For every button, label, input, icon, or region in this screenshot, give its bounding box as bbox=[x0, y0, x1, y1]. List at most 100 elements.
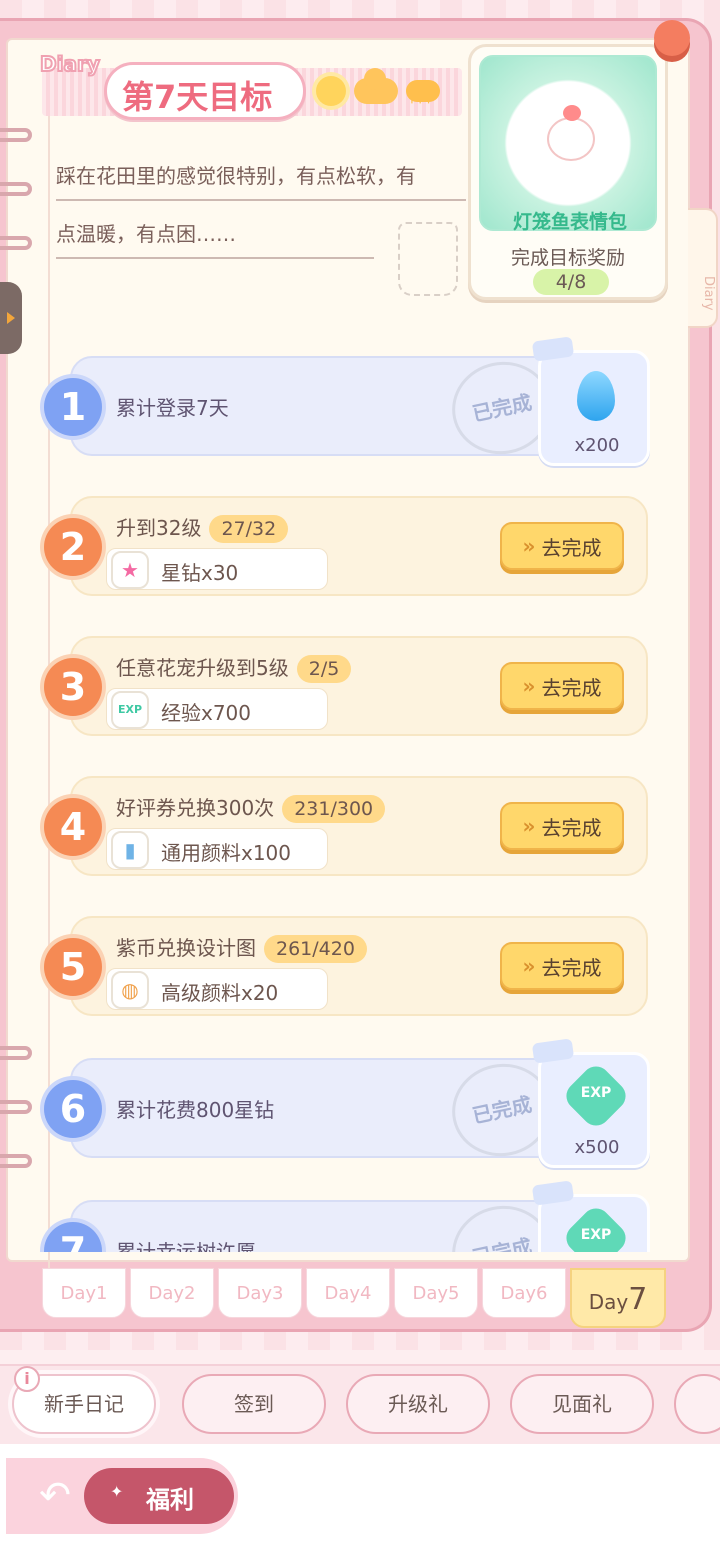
tab-more[interactable] bbox=[674, 1374, 720, 1434]
info-icon[interactable]: i bbox=[14, 1366, 40, 1392]
task-title: 累计登录7天 bbox=[116, 396, 229, 420]
day-tab-6[interactable]: Day6 bbox=[482, 1268, 566, 1318]
binder-ring-icon bbox=[0, 182, 32, 196]
go-complete-button[interactable]: » 去完成 bbox=[500, 942, 624, 990]
reward-item: ◍ 高级颜料x20 bbox=[106, 968, 328, 1010]
task-row: 2 升到32级 27/32 ★ 星钻x30 » 去完成 bbox=[44, 496, 648, 596]
reward-slot[interactable]: x200 bbox=[531, 336, 650, 466]
welfare-label: 福利 bbox=[146, 1486, 194, 1514]
weather-strip bbox=[310, 68, 470, 114]
task-row: 3 任意花宠升级到5级 2/5 EXP 经验x700 » 去完成 bbox=[44, 636, 648, 736]
side-diary-tab[interactable]: Diary bbox=[688, 208, 718, 328]
reward-slot[interactable]: EXP x500 bbox=[531, 1038, 650, 1168]
reward-progress: 4/8 bbox=[533, 269, 609, 295]
reward-quantity: x500 bbox=[574, 1137, 620, 1158]
bottom-nav-bar: 新手日记 签到 升级礼 见面礼 bbox=[0, 1364, 720, 1444]
exp-icon-label: EXP bbox=[580, 1227, 612, 1243]
reward-quantity: x200 bbox=[574, 435, 620, 456]
reward-item: ★ 星钻x30 bbox=[106, 548, 328, 590]
drink-cup-icon bbox=[398, 222, 458, 296]
rain-cloud-icon bbox=[406, 80, 440, 114]
task-title: 升到32级 27/32 bbox=[116, 512, 289, 543]
reward-item-name: 星钻x30 bbox=[161, 561, 239, 585]
reward-item: EXP 经验x700 bbox=[106, 688, 328, 730]
task-number: 7 bbox=[44, 1222, 102, 1252]
day-tab-prefix: Day bbox=[588, 1290, 629, 1314]
paint-bottle-icon: ▮ bbox=[111, 831, 149, 869]
task-title: 累计幸运树许愿 bbox=[116, 1240, 256, 1252]
double-chevron-icon: » bbox=[522, 814, 536, 838]
story-text-line-2: 点温暖，有点困…… bbox=[56, 218, 374, 259]
day-tab-number: 7 bbox=[628, 1282, 648, 1317]
task-progress-badge: 2/5 bbox=[296, 655, 352, 683]
day-tab-1[interactable]: Day1 bbox=[42, 1268, 126, 1318]
story-text-line-1: 踩在花田里的感觉很特别，有点松软，有 bbox=[56, 160, 466, 201]
tab-level-gift[interactable]: 升级礼 bbox=[346, 1374, 490, 1434]
water-drop-icon bbox=[577, 371, 615, 421]
double-chevron-icon: » bbox=[522, 954, 536, 978]
task-number: 4 bbox=[44, 798, 102, 856]
reward-item-name: 经验x700 bbox=[161, 701, 252, 725]
task-row: 6 累计花费800星钻 已完成 EXP x500 bbox=[44, 1038, 650, 1168]
task-list[interactable]: 1 累计登录7天 已完成 x200 2 升到32级 27/32 ★ 星钻x30 »… bbox=[8, 320, 688, 1252]
task-number: 5 bbox=[44, 938, 102, 996]
back-arrow-icon[interactable]: ↶ bbox=[30, 1472, 80, 1518]
reward-item-name: 高级颜料x20 bbox=[161, 981, 279, 1005]
go-complete-label: 去完成 bbox=[541, 955, 602, 980]
task-title-text: 升到32级 bbox=[116, 516, 202, 540]
reward-name: 灯笼鱼表情包 bbox=[512, 211, 627, 233]
goal-reward-card[interactable]: 灯笼鱼表情包 完成目标奖励 4/8 bbox=[468, 44, 668, 300]
sun-icon bbox=[316, 76, 346, 106]
day-tabs: Day1 Day2 Day3 Day4 Day5 Day6 Day7 bbox=[42, 1268, 666, 1328]
task-row: 7 累计幸运树许愿 已完成 EXP bbox=[44, 1180, 650, 1252]
go-complete-button[interactable]: » 去完成 bbox=[500, 522, 624, 570]
pushpin-icon bbox=[654, 20, 690, 56]
reward-preview: 灯笼鱼表情包 bbox=[479, 55, 657, 233]
page-title: 第7天目标 bbox=[122, 78, 273, 116]
task-progress-badge: 261/420 bbox=[264, 935, 367, 963]
tab-sign-in[interactable]: 签到 bbox=[182, 1374, 326, 1434]
binder-ring-icon bbox=[0, 236, 32, 250]
palette-icon: ◍ bbox=[111, 971, 149, 1009]
go-complete-label: 去完成 bbox=[541, 675, 602, 700]
tape-icon bbox=[531, 1038, 575, 1064]
day-tab-2[interactable]: Day2 bbox=[130, 1268, 214, 1318]
exp-icon-label: EXP bbox=[580, 1085, 612, 1101]
binder-ring-icon bbox=[0, 128, 32, 142]
task-number: 2 bbox=[44, 518, 102, 576]
tape-icon bbox=[531, 1180, 575, 1206]
day-tab-7[interactable]: Day7 bbox=[570, 1268, 666, 1328]
task-number: 6 bbox=[44, 1080, 102, 1138]
diary-label: Diary bbox=[39, 51, 101, 77]
reward-item: ▮ 通用颜料x100 bbox=[106, 828, 328, 870]
task-title-text: 紫币兑换设计图 bbox=[116, 936, 256, 960]
task-title: 好评券兑换300次 231/300 bbox=[116, 792, 386, 823]
go-complete-label: 去完成 bbox=[541, 815, 602, 840]
task-row: 4 好评券兑换300次 231/300 ▮ 通用颜料x100 » 去完成 bbox=[44, 776, 648, 876]
day-tab-3[interactable]: Day3 bbox=[218, 1268, 302, 1318]
reward-caption: 完成目标奖励 bbox=[510, 247, 625, 269]
task-title: 紫币兑换设计图 261/420 bbox=[116, 932, 367, 963]
go-complete-label: 去完成 bbox=[541, 535, 602, 560]
day-tab-5[interactable]: Day5 bbox=[394, 1268, 478, 1318]
tab-meeting-gift[interactable]: 见面礼 bbox=[510, 1374, 654, 1434]
reward-slot[interactable]: EXP bbox=[531, 1180, 650, 1252]
task-progress-badge: 231/300 bbox=[282, 795, 386, 823]
go-complete-button[interactable]: » 去完成 bbox=[500, 662, 624, 710]
go-complete-button[interactable]: » 去完成 bbox=[500, 802, 624, 850]
cloud-icon bbox=[354, 68, 398, 104]
task-title: 任意花宠升级到5级 2/5 bbox=[116, 652, 352, 683]
double-chevron-icon: » bbox=[522, 674, 536, 698]
task-number: 3 bbox=[44, 658, 102, 716]
sparkle-icon: ✦ bbox=[110, 1482, 124, 1501]
star-diamond-icon: ★ bbox=[111, 551, 149, 589]
task-number: 1 bbox=[44, 378, 102, 436]
double-chevron-icon: » bbox=[522, 534, 536, 558]
task-row: 1 累计登录7天 已完成 x200 bbox=[44, 336, 650, 466]
day-tab-4[interactable]: Day4 bbox=[306, 1268, 390, 1318]
exp-icon: EXP bbox=[111, 691, 149, 729]
task-row: 5 紫币兑换设计图 261/420 ◍ 高级颜料x20 » 去完成 bbox=[44, 916, 648, 1016]
task-title-text: 任意花宠升级到5级 bbox=[116, 656, 289, 680]
task-progress-badge: 27/32 bbox=[209, 515, 289, 543]
tape-icon bbox=[531, 336, 575, 362]
